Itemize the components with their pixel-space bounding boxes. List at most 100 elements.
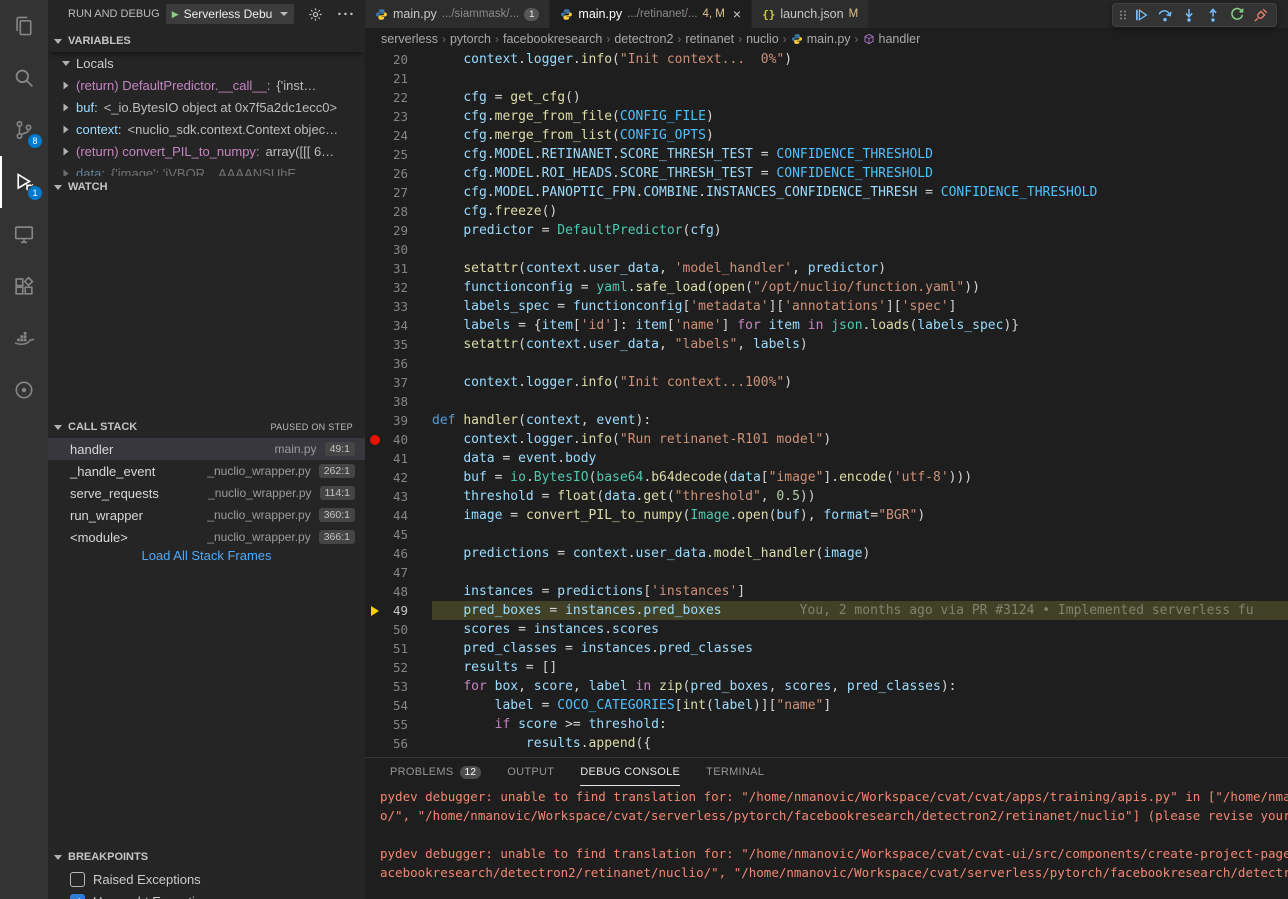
breadcrumb-item-pytorch[interactable]: pytorch	[450, 32, 491, 46]
editor-gutter[interactable]: 31	[365, 259, 432, 278]
code-line-content[interactable]: context.logger.info("Init context... 0%"…	[432, 50, 1288, 69]
editor-gutter[interactable]: 45	[365, 525, 432, 544]
tab-launch-json[interactable]: {} launch.json M	[752, 0, 869, 28]
editor-gutter[interactable]: 43	[365, 487, 432, 506]
more-actions-icon[interactable]: ···	[337, 6, 355, 23]
code-line-content[interactable]: labels = {item['id']: item['name'] for i…	[432, 316, 1288, 335]
tab-debug-console[interactable]: DEBUG CONSOLE	[580, 758, 680, 786]
editor-gutter[interactable]: 53	[365, 677, 432, 696]
breakpoints-section-header[interactable]: BREAKPOINTS	[48, 846, 365, 868]
code-line-content[interactable]: threshold = float(data.get("threshold", …	[432, 487, 1288, 506]
code-line-content[interactable]	[432, 69, 1288, 88]
editor-gutter[interactable]: 29	[365, 221, 432, 240]
scope-locals[interactable]: Locals	[48, 52, 365, 74]
code-line-content[interactable]: def handler(context, event):	[432, 411, 1288, 430]
checkbox-unchecked[interactable]	[70, 872, 85, 887]
editor-gutter[interactable]: 24	[365, 126, 432, 145]
editor-gutter[interactable]: 40	[365, 430, 432, 449]
editor-gutter[interactable]: 44	[365, 506, 432, 525]
code-line-content[interactable]: cfg.merge_from_list(CONFIG_OPTS)	[432, 126, 1288, 145]
disconnect-button[interactable]	[1249, 4, 1273, 26]
code-line-content[interactable]: pred_classes = instances.pred_classes	[432, 639, 1288, 658]
code-line-content[interactable]: cfg.merge_from_file(CONFIG_FILE)	[432, 107, 1288, 126]
breakpoint-raised-exceptions[interactable]: Raised Exceptions	[48, 868, 365, 890]
activity-source-control[interactable]: 8	[0, 104, 48, 156]
code-line-content[interactable]: labels_spec = functionconfig['metadata']…	[432, 297, 1288, 316]
editor-gutter[interactable]: 52	[365, 658, 432, 677]
breadcrumb-item-main-py[interactable]: main.py	[791, 32, 851, 46]
activity-search[interactable]	[0, 52, 48, 104]
code-line-content[interactable]	[432, 392, 1288, 411]
drag-handle-icon[interactable]	[1116, 4, 1129, 26]
variable-row[interactable]: data: {'image': 'iVBOR…AAAANSUhE…	[48, 162, 365, 176]
editor-gutter[interactable]: 56	[365, 734, 432, 753]
activity-docker[interactable]	[0, 312, 48, 364]
tab-main-py-siammask[interactable]: main.py .../siammask/... 1	[365, 0, 550, 28]
editor-gutter[interactable]: 30	[365, 240, 432, 259]
code-line-content[interactable]: cfg.MODEL.PANOPTIC_FPN.COMBINE.INSTANCES…	[432, 183, 1288, 202]
editor-gutter[interactable]: 26	[365, 164, 432, 183]
editor-gutter[interactable]: 55	[365, 715, 432, 734]
stack-frame-row[interactable]: _handle_event_nuclio_wrapper.py262:1	[48, 460, 365, 482]
code-line-content[interactable]	[432, 525, 1288, 544]
code-line-content[interactable]: image = convert_PIL_to_numpy(Image.open(…	[432, 506, 1288, 525]
debug-console-output[interactable]: pydev debugger: unable to find translati…	[380, 787, 1288, 882]
code-line-content[interactable]: predictions = context.user_data.model_ha…	[432, 544, 1288, 563]
editor-gutter[interactable]: 49	[365, 601, 432, 620]
code-line-content[interactable]: buf = io.BytesIO(base64.b64decode(data["…	[432, 468, 1288, 487]
code-line-content[interactable]: results.append({	[432, 734, 1288, 753]
step-over-button[interactable]	[1153, 4, 1177, 26]
load-all-stack-frames-link[interactable]: Load All Stack Frames	[48, 548, 365, 563]
editor-gutter[interactable]: 42	[365, 468, 432, 487]
code-line-content[interactable]: setattr(context.user_data, 'model_handle…	[432, 259, 1288, 278]
editor-gutter[interactable]: 25	[365, 145, 432, 164]
activity-circle-extension[interactable]	[0, 364, 48, 416]
editor-gutter[interactable]: 23	[365, 107, 432, 126]
editor-gutter[interactable]: 21	[365, 69, 432, 88]
code-line-content[interactable]: instances = predictions['instances']	[432, 582, 1288, 601]
code-line-content[interactable]: setattr(context.user_data, "labels", lab…	[432, 335, 1288, 354]
breadcrumb-item-serverless[interactable]: serverless	[381, 32, 438, 46]
code-line-content[interactable]: cfg = get_cfg()	[432, 88, 1288, 107]
editor-gutter[interactable]: 20	[365, 50, 432, 69]
tab-output[interactable]: OUTPUT	[507, 758, 554, 786]
tab-main-py-retinanet[interactable]: main.py .../retinanet/... 4, M ×	[550, 0, 752, 28]
stack-frame-row[interactable]: run_wrapper_nuclio_wrapper.py360:1	[48, 504, 365, 526]
activity-explorer[interactable]	[0, 0, 48, 52]
editor-gutter[interactable]: 37	[365, 373, 432, 392]
breakpoint-dot[interactable]	[370, 435, 380, 445]
stack-frame-row[interactable]: <module>_nuclio_wrapper.py366:1	[48, 526, 365, 548]
code-line-content[interactable]: results = []	[432, 658, 1288, 677]
code-line-content[interactable]: pred_boxes = instances.pred_boxesYou, 2 …	[432, 601, 1288, 620]
code-line-content[interactable]: label = COCO_CATEGORIES[int(label)]["nam…	[432, 696, 1288, 715]
checkbox-checked[interactable]: ✓	[70, 894, 85, 899]
breadcrumb-item-handler[interactable]: handler	[863, 32, 921, 46]
editor-gutter[interactable]: 27	[365, 183, 432, 202]
code-line-content[interactable]: cfg.freeze()	[432, 202, 1288, 221]
breakpoint-uncaught-exceptions[interactable]: ✓ Uncaught Exceptions	[48, 890, 365, 899]
watch-section-header[interactable]: WATCH	[48, 176, 365, 198]
variable-row[interactable]: context: <nuclio_sdk.context.Context obj…	[48, 118, 365, 140]
stack-frame-row[interactable]: handlermain.py49:1	[48, 438, 365, 460]
code-line-content[interactable]: cfg.MODEL.RETINANET.SCORE_THRESH_TEST = …	[432, 145, 1288, 164]
breadcrumb-item-facebookresearch[interactable]: facebookresearch	[503, 32, 602, 46]
editor-gutter[interactable]: 46	[365, 544, 432, 563]
code-editor[interactable]: 20 context.logger.info("Init context... …	[365, 50, 1288, 757]
editor-gutter[interactable]: 51	[365, 639, 432, 658]
code-line-content[interactable]: functionconfig = yaml.safe_load(open("/o…	[432, 278, 1288, 297]
call-stack-section-header[interactable]: CALL STACK PAUSED ON STEP	[48, 416, 365, 438]
activity-run-and-debug[interactable]: 1	[0, 156, 48, 208]
continue-button[interactable]	[1129, 4, 1153, 26]
editor-gutter[interactable]: 48	[365, 582, 432, 601]
variable-row[interactable]: (return) convert_PIL_to_numpy: array([[[…	[48, 140, 365, 162]
step-out-button[interactable]	[1201, 4, 1225, 26]
code-line-content[interactable]	[432, 563, 1288, 582]
restart-button[interactable]	[1225, 4, 1249, 26]
code-line-content[interactable]: context.logger.info("Run retinanet-R101 …	[432, 430, 1288, 449]
editor-gutter[interactable]: 50	[365, 620, 432, 639]
editor-gutter[interactable]: 36	[365, 354, 432, 373]
tab-problems[interactable]: PROBLEMS 12	[390, 758, 481, 786]
editor-gutter[interactable]: 38	[365, 392, 432, 411]
variable-row[interactable]: buf: <_io.BytesIO object at 0x7f5a2dc1ec…	[48, 96, 365, 118]
editor-gutter[interactable]: 22	[365, 88, 432, 107]
